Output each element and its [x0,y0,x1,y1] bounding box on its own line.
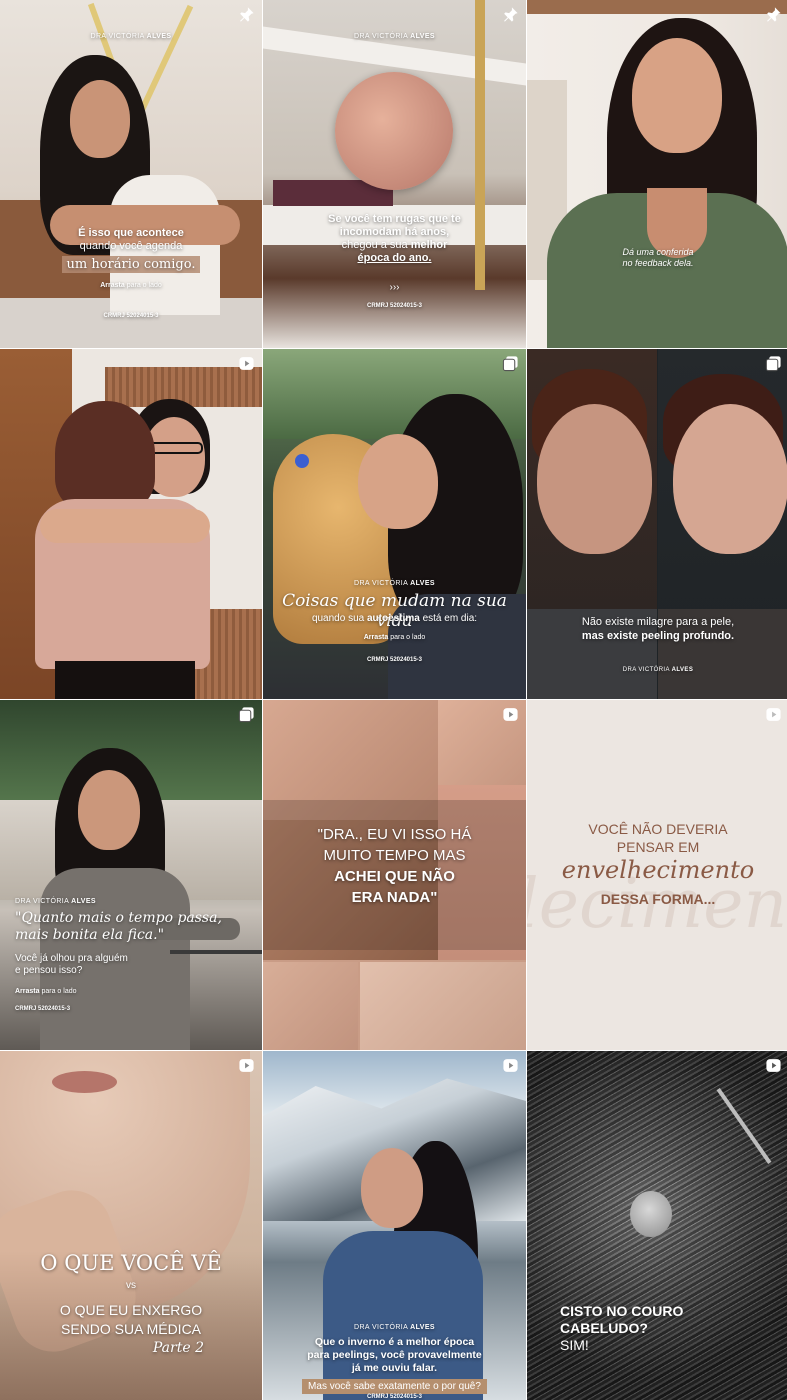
post-script: envelhecimento [561,856,755,884]
post-caption: Que o inverno é a melhor época para peel… [307,1336,482,1374]
crm-label: CRMRJ 52024015-3 [366,657,423,663]
reel-icon [766,1059,781,1072]
pin-icon [767,7,781,22]
post-question-pill: Mas você sabe exatamente o por quê? [263,1376,526,1394]
arrows-hint: ››› [389,282,400,293]
post-caption: Se você tem rugas que te incomodam há an… [328,213,461,264]
pin-icon [504,7,518,22]
carousel-icon [238,707,254,723]
lips [52,1071,117,1093]
swipe-hint: Arrasta para o lado [100,282,162,289]
collage-skin-5 [263,962,358,1050]
post-title: Coisas que mudam na sua vida [282,591,507,631]
brand-label: DRA VICTÓRIA ALVES [90,33,172,40]
post-caption: É isso que acontece quando você agenda u… [0,227,262,273]
crm-label: CRMRJ 52024015-3 [103,313,159,319]
post-tile-2[interactable]: DRA VICTÓRIA ALVES Se você tem rugas que… [263,0,526,348]
post-subtitle: quando sua autoestima está em dia: [311,613,478,624]
post-vs: vs [126,1280,136,1291]
post-part: Parte 2 [152,1340,204,1356]
swipe-hint: Arrasta para o lado [15,988,77,995]
post-tile-12[interactable]: CISTO NO COURO CABELUDO? SIM! [527,1051,787,1400]
post-quote: "Quanto mais o tempo passa, mais bonita … [15,910,222,943]
post-tile-4[interactable] [0,349,262,699]
post-tile-9[interactable]: lecimen VOCÊ NÃO DEVERIA PENSAR EM envel… [527,700,787,1050]
before-photo [527,349,657,699]
carousel-icon [502,356,518,372]
crm-label: CRMRJ 52024015-3 [366,1394,423,1400]
post-caption-end: DESSA FORMA... [600,891,716,907]
post-caption: CISTO NO COURO CABELUDO? SIM! [560,1303,684,1353]
brand-label: DRA VICTÓRIA ALVES [354,1324,435,1331]
swipe-hint: Arrasta para o lado [363,634,426,641]
after-photo [658,349,787,699]
post-tile-7[interactable]: DRA VICTÓRIA ALVES "Quanto mais o tempo … [0,700,262,1050]
carousel-icon [765,356,781,372]
reel-icon [503,708,518,721]
skin-closeup [335,72,453,190]
post-caption: O QUE EU ENXERGO SENDO SUA MÉDICA [59,1302,203,1337]
hug-photo [25,399,250,699]
profile-post-grid: DRA VICTÓRIA ALVES É isso que acontece q… [0,0,787,1400]
post-caption: VOCÊ NÃO DEVERIA PENSAR EM [588,821,728,855]
brand-label: DRA VICTÓRIA ALVES [354,580,435,587]
reel-icon [239,357,254,370]
post-tile-1[interactable]: DRA VICTÓRIA ALVES É isso que acontece q… [0,0,262,348]
brand-label: DRA VICTÓRIA ALVES [15,898,96,905]
post-caption: Não existe milagre para a pele, mas exis… [581,616,735,642]
collage-skin-6 [360,962,526,1050]
post-tile-6[interactable]: Não existe milagre para a pele, mas exis… [527,349,787,699]
reel-icon [503,1059,518,1072]
post-caption: Dá uma conferida no feedback dela. [622,247,694,268]
woman-smiling-photo [547,18,787,348]
reel-icon [239,1059,254,1072]
cyst-closeup [630,1191,672,1237]
brand-label: DRA VICTÓRIA ALVES [622,667,694,673]
crm-label: CRMRJ 52024015-3 [366,303,423,309]
post-tile-5[interactable]: DRA VICTÓRIA ALVES Coisas que mudam na s… [263,349,526,699]
reel-icon [766,708,781,721]
post-caption: "DRA., EU VI ISSO HÁ MUITO TEMPO MAS ACH… [317,826,472,906]
brand-label: DRA VICTÓRIA ALVES [354,33,435,40]
post-tile-11[interactable]: DRA VICTÓRIA ALVES Que o inverno é a mel… [263,1051,526,1400]
flower-accessory [295,454,309,468]
crm-label: CRMRJ 52024015-3 [15,1006,71,1012]
post-tile-8[interactable]: "DRA., EU VI ISSO HÁ MUITO TEMPO MAS ACH… [263,700,526,1050]
wood-trim [527,0,787,14]
post-title: O QUE VOCÊ VÊ [40,1251,222,1275]
pin-icon [240,7,254,22]
post-tile-3[interactable]: Dá uma conferida no feedback dela. [527,0,787,348]
woman-with-dog-photo [358,394,526,699]
post-question: Você já olhou pra alguém e pensou isso? [15,953,128,976]
post-tile-10[interactable]: O QUE VOCÊ VÊ vs O QUE EU ENXERGO SENDO … [0,1051,262,1400]
